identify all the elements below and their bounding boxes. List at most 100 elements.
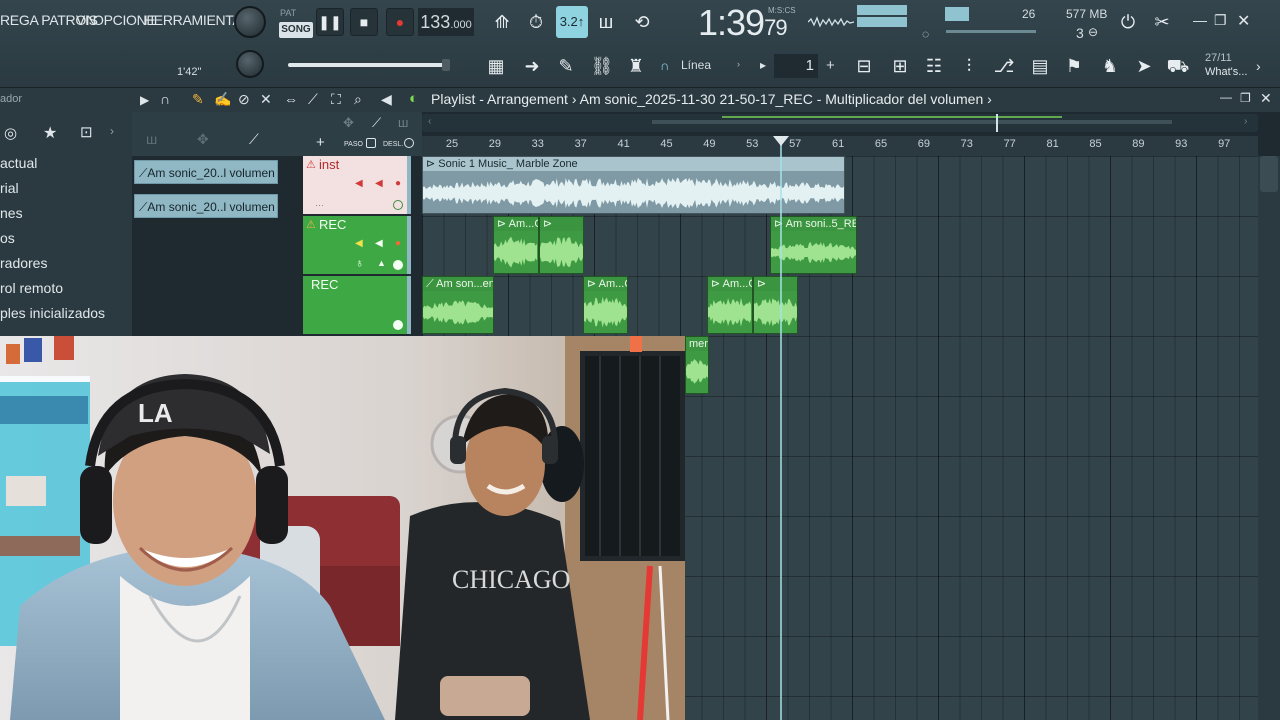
browser-item-plugins[interactable]: nes	[0, 205, 23, 221]
audio-clip[interactable]: ⊳ Am...C	[707, 276, 753, 334]
track-header[interactable]: ⚠ REC ◀ ◀ ● ♁ ▲	[303, 216, 411, 274]
audio-clip[interactable]: ⊳	[539, 216, 584, 274]
vertical-scrollbar[interactable]	[1258, 156, 1280, 720]
slide-toggle[interactable]	[404, 138, 414, 148]
pattern-prev-icon[interactable]: ▸	[760, 58, 766, 72]
audio-clip[interactable]: ⊳	[753, 276, 798, 334]
mixer-icon[interactable]: ⫶	[955, 52, 983, 80]
slip-tool-icon[interactable]: ⇔	[284, 91, 298, 107]
track-name[interactable]: REC	[319, 217, 346, 232]
track-mute-icon[interactable]: ◀	[375, 178, 383, 189]
close-icon[interactable]: ✕	[1237, 11, 1250, 31]
add-track-button[interactable]: +	[316, 134, 325, 151]
master-volume-knob[interactable]	[234, 6, 266, 38]
step-toggle[interactable]	[366, 138, 376, 148]
playhead-marker[interactable]	[773, 136, 789, 146]
track-mute-icon[interactable]: ◀	[375, 238, 383, 249]
slice-tool-icon[interactable]: ⟋	[308, 91, 318, 108]
select-tool-icon[interactable]: ⛶	[331, 91, 341, 108]
playhead[interactable]	[780, 140, 782, 720]
automation-icon[interactable]: ✥	[197, 131, 209, 148]
add-pattern-button[interactable]: +	[826, 57, 835, 74]
audio-clip[interactable]: ⊳ Am soni..5_REC	[770, 216, 857, 274]
arrow-right-icon[interactable]: ➜	[518, 52, 546, 80]
loop-record-icon[interactable]: ⟲	[628, 8, 656, 36]
draw-tool-icon[interactable]: ✎	[192, 91, 204, 108]
news-date[interactable]: 27/11	[1205, 52, 1232, 64]
playback-tool-icon[interactable]: ◀	[381, 91, 392, 108]
track-header[interactable]: ⚠ inst ◀ ◀ ● …	[303, 156, 411, 214]
power-icon[interactable]: ⏻	[1114, 8, 1142, 36]
mute-tool-icon[interactable]: ✕	[260, 91, 272, 108]
track-enable-toggle[interactable]	[393, 320, 403, 330]
record-button[interactable]: ●	[386, 8, 414, 36]
tools-icon[interactable]: ✂	[1148, 8, 1176, 36]
playlist-maximize-icon[interactable]: ❐	[1240, 91, 1251, 105]
browser-item-clips[interactable]: os	[0, 230, 15, 246]
cart-icon[interactable]: ⛟	[1164, 52, 1192, 80]
link-clip-icon[interactable]: ⟋	[249, 131, 259, 148]
link-tool-icon[interactable]: ⛓	[588, 52, 616, 80]
snap-selector[interactable]: Línea	[681, 58, 711, 72]
snap-dropdown-icon[interactable]: ›	[737, 59, 740, 69]
playlist-minimize-icon[interactable]: —	[1220, 90, 1232, 104]
link-icon-2[interactable]: ⟋	[372, 115, 381, 131]
audio-clip[interactable]: men	[685, 336, 709, 394]
track-enable-toggle[interactable]	[393, 260, 403, 270]
send-icon[interactable]: ➤	[1130, 52, 1158, 80]
browser-item-generators[interactable]: radores	[0, 255, 47, 271]
scroll-left-icon[interactable]: ‹	[428, 116, 431, 127]
countdown-icon[interactable]: ш	[592, 8, 620, 36]
track-rec-icon[interactable]: ●	[395, 178, 401, 189]
track-mic-icon[interactable]: ♁	[355, 256, 364, 270]
track-speaker-icon[interactable]: ◀	[355, 178, 363, 189]
news-label[interactable]: What's...	[1205, 66, 1247, 78]
delete-tool-icon[interactable]: ⊘	[238, 91, 250, 108]
browser-item-tutorial[interactable]: rial	[0, 180, 19, 196]
browser-item-current[interactable]: actual	[0, 155, 37, 171]
picker-clip[interactable]: ⟋Am sonic_20..l volumen	[134, 160, 278, 184]
track-speaker-icon[interactable]: ◀	[355, 238, 363, 249]
channel-rack-icon[interactable]: ☷	[920, 52, 948, 80]
wait-input-icon[interactable]: ⏱	[522, 8, 550, 36]
pat-label[interactable]: PAT	[280, 8, 296, 18]
playlist-play-icon[interactable]: ▶	[140, 93, 149, 107]
star-icon[interactable]: ★	[43, 123, 57, 143]
vscroll-thumb[interactable]	[1260, 156, 1278, 192]
metronome-icon[interactable]: ⟰	[488, 8, 516, 36]
globe-icon[interactable]: ◎	[4, 124, 17, 142]
zoom-h-icon[interactable]: ✥	[343, 115, 354, 131]
pause-button[interactable]: ❚❚	[316, 8, 344, 36]
song-mode-button[interactable]: SONG	[279, 22, 313, 38]
scroll-right-icon[interactable]: ›	[1244, 116, 1247, 127]
playlist-menu-icon[interactable]: ◐	[409, 90, 418, 107]
menu-herramientas[interactable]: HERRAMIENTA	[144, 12, 242, 28]
pattern-selector[interactable]: 1	[774, 54, 818, 78]
playlist-close-icon[interactable]: ✕	[1260, 90, 1272, 107]
browser-item-templates[interactable]: ples inicializados	[0, 305, 105, 321]
piano-icon[interactable]: ▦	[482, 52, 510, 80]
piano-roll-icon[interactable]: ⊞	[886, 52, 914, 80]
picker-clip[interactable]: ⟋Am sonic_20..l volumen	[134, 194, 278, 218]
magnet-icon[interactable]: ∩	[660, 58, 669, 73]
folder-add-icon[interactable]: ⊡	[80, 123, 93, 141]
paint-tool-icon[interactable]: ✍	[214, 91, 231, 108]
browser-collapse-icon[interactable]: ›	[110, 124, 114, 138]
audio-clip[interactable]: ⊳ Am...C	[493, 216, 539, 274]
track-name[interactable]: REC	[311, 277, 338, 292]
track-up-icon[interactable]: ▲	[377, 258, 386, 268]
zoom-tool-icon[interactable]: ⌕	[354, 91, 362, 108]
microphone-icon[interactable]: ♞	[1096, 52, 1124, 80]
track-name[interactable]: inst	[319, 157, 339, 172]
scroll-thumb[interactable]	[652, 120, 1172, 124]
file-icon[interactable]: ▤	[1026, 52, 1054, 80]
magnet-snap-icon[interactable]: ∩	[160, 91, 170, 107]
grid-icon[interactable]: ш	[398, 115, 408, 130]
playlist-icon[interactable]: ⊟	[850, 52, 878, 80]
maximize-icon[interactable]: ❐	[1214, 12, 1227, 29]
tempo-display[interactable]: 133.000	[418, 8, 474, 36]
pencil-icon[interactable]: ✎	[552, 52, 580, 80]
picker-icon[interactable]: ш	[146, 131, 157, 147]
browser-item-remote[interactable]: rol remoto	[0, 280, 63, 296]
news-arrow-icon[interactable]: ›	[1256, 58, 1261, 74]
